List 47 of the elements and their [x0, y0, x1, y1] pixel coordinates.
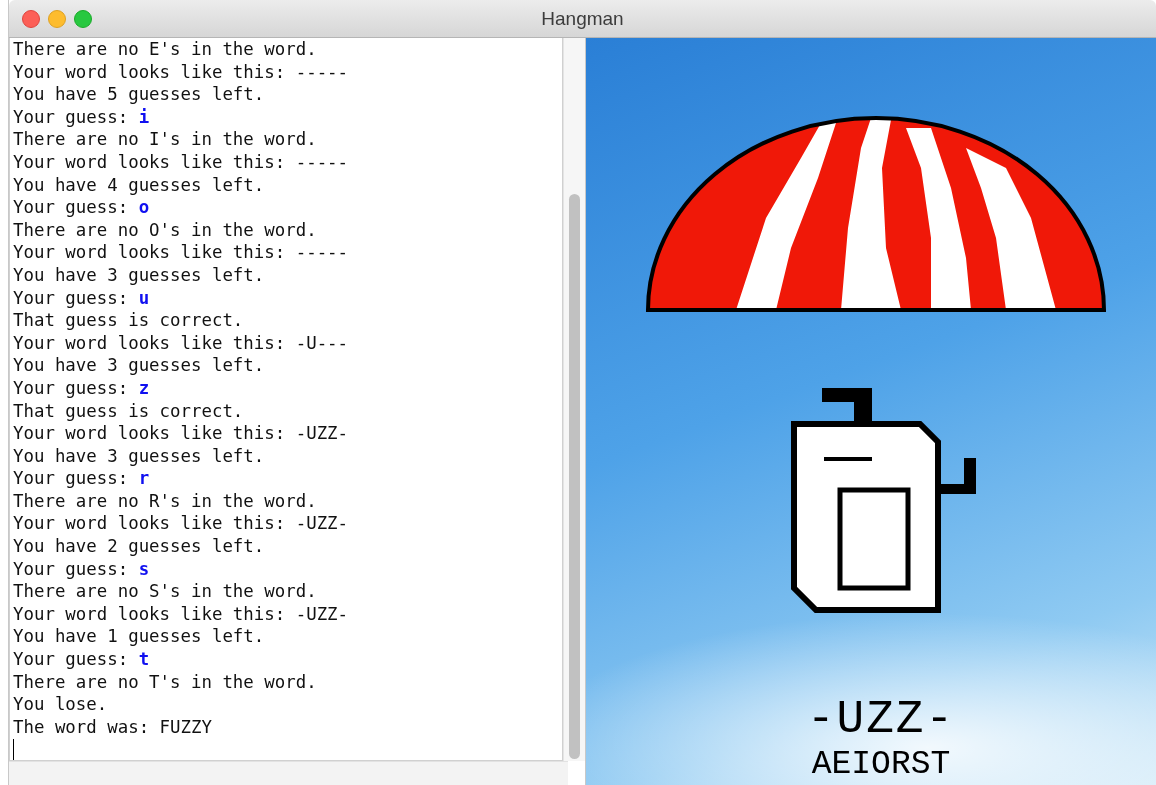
guessed-letter: i	[138, 106, 150, 127]
minimize-button[interactable]	[48, 9, 66, 28]
console-line: You lose.	[13, 694, 108, 715]
console-line: There are no E's in the word.	[13, 39, 317, 59]
guessed-letter: t	[138, 649, 150, 670]
console-line: That guess is correct.	[13, 310, 244, 331]
guessed-letter: r	[138, 468, 150, 489]
console-line: Your word looks like this: -----	[13, 242, 349, 263]
text-cursor	[13, 739, 14, 760]
zoom-button[interactable]	[74, 9, 92, 28]
console-line: Your word looks like this: -U---	[13, 332, 349, 353]
console-line: There are no S's in the word.	[13, 581, 317, 602]
guess-prompt: Your guess:	[13, 377, 129, 398]
console-line: There are no I's in the word.	[13, 129, 317, 150]
console-line: Your word looks like this: -----	[13, 151, 349, 172]
console-line: Your word looks like this: -UZZ-	[13, 423, 349, 444]
window-title: Hangman	[541, 7, 624, 29]
guess-prompt: Your guess:	[13, 287, 129, 308]
guess-prompt: Your guess:	[13, 106, 129, 127]
console-line: Your word looks like this: -UZZ-	[13, 513, 349, 534]
masked-word: -UZZ-	[807, 695, 955, 745]
console-line: You have 3 guesses left.	[13, 445, 265, 466]
console-line: Your word looks like this: -----	[13, 61, 349, 82]
console-line: Your word looks like this: -UZZ-	[13, 603, 349, 624]
close-button[interactable]	[22, 9, 40, 28]
console-line: You have 3 guesses left.	[13, 264, 265, 285]
console-line: You have 1 guesses left.	[13, 626, 265, 647]
guess-prompt: Your guess:	[13, 197, 129, 218]
guessed-letter: u	[138, 287, 150, 308]
console-line: The word was: FUZZY	[13, 716, 212, 737]
guess-prompt: Your guess:	[13, 649, 129, 670]
guessed-letter: s	[138, 558, 150, 579]
console-line: There are no R's in the word.	[13, 490, 317, 511]
guessed-letters: AEIORST	[811, 745, 951, 785]
console-line: There are no O's in the word.	[13, 219, 317, 240]
console-line: You have 5 guesses left.	[13, 84, 265, 105]
console-line: You have 3 guesses left.	[13, 355, 265, 376]
guess-prompt: Your guess:	[13, 558, 129, 579]
console-line: You have 2 guesses left.	[13, 536, 265, 557]
console-line: There are no T's in the word.	[13, 671, 317, 692]
scrollbar-thumb[interactable]	[569, 194, 580, 759]
guessed-letter: z	[138, 377, 150, 398]
console-line: That guess is correct.	[13, 400, 244, 421]
guessed-letter: o	[138, 197, 150, 218]
console-line: You have 4 guesses left.	[13, 174, 265, 195]
guess-prompt: Your guess:	[13, 468, 129, 489]
console-output[interactable]	[9, 38, 563, 761]
